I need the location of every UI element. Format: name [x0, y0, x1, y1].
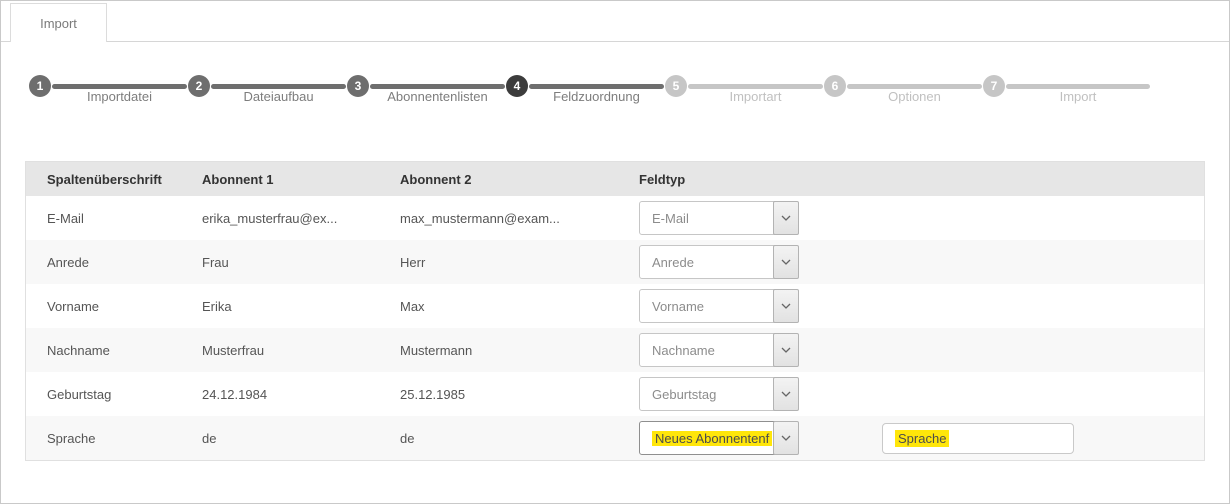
import-wizard-page: Import 1 Importdatei 2 Dateiaufbau 3 Abo… — [0, 0, 1230, 504]
fieldtype-select-sprache[interactable]: Neues Abonnentenf — [639, 421, 799, 455]
step-label: Abonnentenlisten — [358, 89, 517, 104]
chevron-down-icon — [773, 245, 799, 279]
step-connector — [1006, 84, 1150, 89]
table-row-anrede: Anrede Frau Herr Anrede — [26, 240, 1204, 284]
col-header-abonnent-1: Abonnent 1 — [181, 172, 379, 187]
chevron-down-icon — [773, 377, 799, 411]
step-label: Feldzuordnung — [517, 89, 676, 104]
subscriber2-value: 25.12.1985 — [379, 387, 618, 402]
table-header-row: Spaltenüberschrift Abonnent 1 Abonnent 2… — [26, 162, 1204, 196]
tab-bar: Import — [1, 1, 1229, 42]
fieldtype-select-vorname[interactable]: Vorname — [639, 289, 799, 323]
step-label: Importart — [676, 89, 835, 104]
subscriber1-value: erika_musterfrau@ex... — [181, 211, 379, 226]
step-number-badge: 5 — [665, 75, 687, 97]
step-importart: 5 Importart — [665, 64, 824, 108]
subscriber1-value: 24.12.1984 — [181, 387, 379, 402]
fieldtype-select-geburtstag[interactable]: Geburtstag — [639, 377, 799, 411]
step-connector — [529, 84, 664, 89]
table-row-geburtstag: Geburtstag 24.12.1984 25.12.1985 Geburts… — [26, 372, 1204, 416]
subscriber2-value: max_mustermann@exam... — [379, 211, 618, 226]
step-feldzuordnung[interactable]: 4 Feldzuordnung — [506, 64, 665, 108]
subscriber1-value: Frau — [181, 255, 379, 270]
table-row-sprache: Sprache de de Neues Abonnentenf Sprache — [26, 416, 1204, 460]
highlighted-new-field-name: Sprache — [895, 430, 949, 447]
column-heading-value: Geburtstag — [26, 387, 181, 402]
step-label: Dateiaufbau — [199, 89, 358, 104]
step-dateiaufbau[interactable]: 2 Dateiaufbau — [188, 64, 347, 108]
step-label: Import — [994, 89, 1162, 104]
step-number-badge: 6 — [824, 75, 846, 97]
chevron-down-icon — [773, 289, 799, 323]
column-heading-value: Nachname — [26, 343, 181, 358]
table-row-nachname: Nachname Musterfrau Mustermann Nachname — [26, 328, 1204, 372]
step-number-badge: 2 — [188, 75, 210, 97]
step-number-badge: 3 — [347, 75, 369, 97]
subscriber2-value: Max — [379, 299, 618, 314]
chevron-down-icon — [773, 421, 799, 455]
tab-import[interactable]: Import — [10, 3, 107, 42]
step-number-badge: 4 — [506, 75, 528, 97]
fieldtype-select-nachname[interactable]: Nachname — [639, 333, 799, 367]
col-header-feldtyp: Feldtyp — [618, 172, 1204, 187]
step-import: 7 Import — [983, 64, 1151, 108]
table-row-email: E-Mail erika_musterfrau@ex... max_muster… — [26, 196, 1204, 240]
step-connector — [688, 84, 823, 89]
progress-stepper: 1 Importdatei 2 Dateiaufbau 3 Abonnenten… — [29, 64, 1151, 108]
step-connector — [211, 84, 346, 89]
tab-import-label: Import — [40, 16, 77, 31]
step-connector — [847, 84, 982, 89]
column-heading-value: Sprache — [26, 431, 181, 446]
fieldtype-select-anrede[interactable]: Anrede — [639, 245, 799, 279]
step-importdatei[interactable]: 1 Importdatei — [29, 64, 188, 108]
step-connector — [52, 84, 187, 89]
chevron-down-icon — [773, 333, 799, 367]
step-label: Importdatei — [40, 89, 199, 104]
step-connector — [370, 84, 505, 89]
step-number-badge: 1 — [29, 75, 51, 97]
subscriber1-value: Erika — [181, 299, 379, 314]
field-mapping-table: Spaltenüberschrift Abonnent 1 Abonnent 2… — [25, 161, 1205, 461]
step-optionen: 6 Optionen — [824, 64, 983, 108]
subscriber1-value: Musterfrau — [181, 343, 379, 358]
new-field-name-input[interactable]: Sprache — [882, 423, 1074, 454]
column-heading-value: Anrede — [26, 255, 181, 270]
table-row-vorname: Vorname Erika Max Vorname — [26, 284, 1204, 328]
col-header-spaltenueberschrift: Spaltenüberschrift — [26, 172, 181, 187]
column-heading-value: E-Mail — [26, 211, 181, 226]
column-heading-value: Vorname — [26, 299, 181, 314]
col-header-abonnent-2: Abonnent 2 — [379, 172, 618, 187]
step-label: Optionen — [835, 89, 994, 104]
subscriber2-value: de — [379, 431, 618, 446]
highlighted-fieldtype-text: Neues Abonnentenf — [652, 431, 772, 446]
subscriber2-value: Mustermann — [379, 343, 618, 358]
chevron-down-icon — [773, 201, 799, 235]
fieldtype-select-email[interactable]: E-Mail — [639, 201, 799, 235]
step-abonnentenlisten[interactable]: 3 Abonnentenlisten — [347, 64, 506, 108]
step-number-badge: 7 — [983, 75, 1005, 97]
subscriber1-value: de — [181, 431, 379, 446]
subscriber2-value: Herr — [379, 255, 618, 270]
